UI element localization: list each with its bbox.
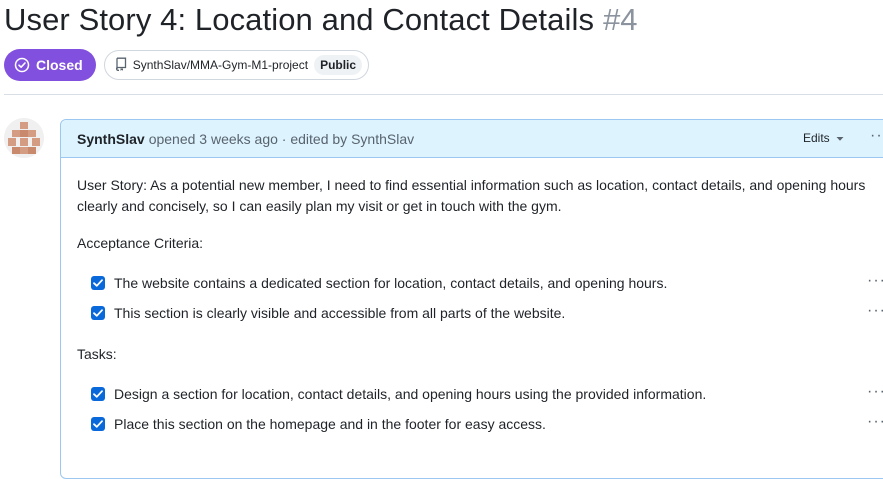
repo-icon — [115, 57, 127, 74]
kebab-menu-icon[interactable]: ··· — [867, 302, 883, 320]
status-badge: Closed — [4, 49, 96, 81]
issue-meta: Closed SynthSlav/MMA-Gym-M1-project Publ… — [4, 49, 370, 81]
kebab-menu-icon[interactable]: ··· — [867, 383, 883, 401]
avatar[interactable] — [4, 118, 44, 158]
checkbox[interactable] — [91, 276, 105, 290]
kebab-menu-icon[interactable]: ··· — [867, 272, 883, 290]
task-list-item: The website contains a dedicated section… — [91, 273, 667, 293]
comment-header: SynthSlav opened 3 weeks ago · edited by… — [61, 120, 883, 158]
check-circle-icon — [14, 57, 30, 73]
issue-title-row: User Story 4: Location and Contact Detai… — [4, 2, 638, 44]
kebab-menu-icon[interactable]: ··· — [867, 413, 883, 431]
checkbox[interactable] — [91, 306, 105, 320]
task-text: This section is clearly visible and acce… — [114, 305, 566, 321]
repo-link[interactable]: SynthSlav/MMA-Gym-M1-project Public — [103, 50, 370, 80]
tasks-heading: Tasks: — [77, 346, 117, 362]
issue-title: User Story 4: Location and Contact Detai… — [4, 2, 595, 37]
task-text: Design a section for location, contact d… — [114, 386, 707, 402]
checkbox[interactable] — [91, 387, 105, 401]
task-text: The website contains a dedicated section… — [114, 275, 668, 291]
comment-meta: opened 3 weeks ago · edited by SynthSlav — [148, 130, 415, 147]
acceptance-criteria-heading: Acceptance Criteria: — [77, 235, 204, 251]
edits-label: Edits — [803, 131, 830, 145]
comment-author[interactable]: SynthSlav — [77, 131, 145, 147]
comment-body-paragraph: User Story: As a potential new member, I… — [77, 177, 866, 214]
edits-dropdown[interactable]: Edits — [803, 131, 844, 145]
kebab-menu-icon[interactable]: ··· — [870, 127, 883, 145]
task-text: Place this section on the homepage and i… — [114, 416, 546, 432]
task-list-item: Design a section for location, contact d… — [91, 384, 706, 404]
chevron-down-icon — [836, 131, 844, 145]
repo-name: SynthSlav/MMA-Gym-M1-project — [132, 58, 309, 72]
checkbox[interactable] — [91, 417, 105, 431]
status-label: Closed — [36, 57, 83, 73]
issue-number: #4 — [603, 2, 638, 37]
task-list-item: Place this section on the homepage and i… — [91, 414, 546, 434]
visibility-badge: Public — [314, 55, 363, 75]
header-divider — [4, 94, 883, 95]
task-list-item: This section is clearly visible and acce… — [91, 303, 565, 323]
